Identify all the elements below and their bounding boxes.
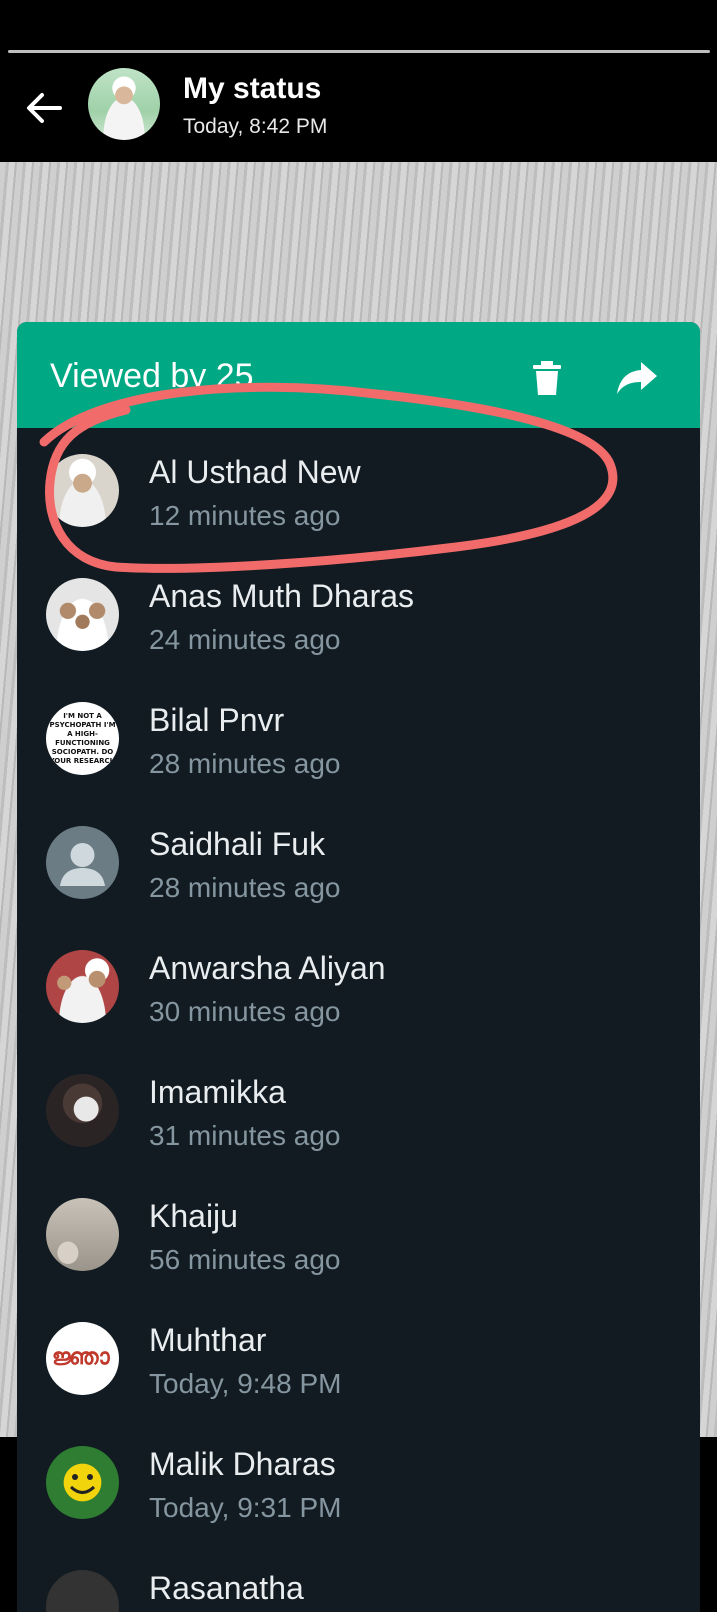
default-avatar-icon [46, 826, 119, 899]
viewer-name: Anwarsha Aliyan [149, 950, 386, 986]
avatar-logo: ജ്ഞാ [52, 1344, 110, 1370]
viewer-avatar [46, 950, 119, 1023]
trash-icon[interactable] [527, 358, 567, 398]
viewer-name: Rasanatha [149, 1570, 304, 1606]
viewer-time: 56 minutes ago [149, 1244, 341, 1275]
viewer-time: Today, 9:48 PM [149, 1368, 342, 1399]
status-progress-bar [8, 50, 710, 53]
viewer-avatar: ജ്ഞാ [46, 1322, 119, 1395]
status-header: My status Today, 8:42 PM [0, 0, 717, 162]
viewer-time: 12 minutes ago [149, 500, 341, 531]
viewer-time: Today, 9:31 PM [149, 1492, 342, 1523]
viewer-name: Muhthar [149, 1322, 267, 1358]
status-time: Today, 8:42 PM [183, 115, 328, 138]
viewer-row[interactable]: Anwarsha Aliyan 30 minutes ago [17, 924, 700, 1048]
viewer-row[interactable]: Imamikka 31 minutes ago [17, 1048, 700, 1172]
viewer-time: 31 minutes ago [149, 1120, 341, 1151]
viewer-name: Saidhali Fuk [149, 826, 326, 862]
viewer-row[interactable]: Al Usthad New 12 minutes ago [17, 428, 700, 552]
viewer-row[interactable]: ജ്ഞാ Muhthar Today, 9:48 PM [17, 1296, 700, 1420]
viewer-name: Al Usthad New [149, 454, 361, 490]
viewer-name: Anas Muth Dharas [149, 578, 415, 614]
viewer-avatar [46, 578, 119, 651]
viewers-panel: Viewed by 25 Al Usthad New 12 minutes ag… [17, 322, 700, 1612]
back-arrow-icon[interactable] [22, 86, 66, 130]
smiley-avatar [46, 1446, 119, 1519]
avatar-caption: I'M NOT A PSYCHOPATH I'M A HIGH- FUNCTIO… [49, 712, 116, 765]
viewer-avatar: I'M NOT A PSYCHOPATH I'M A HIGH- FUNCTIO… [46, 702, 119, 775]
viewer-avatar [46, 1198, 119, 1271]
viewer-row[interactable]: Malik Dharas Today, 9:31 PM [17, 1420, 700, 1544]
viewer-row[interactable]: Khaiju 56 minutes ago [17, 1172, 700, 1296]
viewed-by-count: Viewed by 25 [50, 357, 254, 395]
viewer-time: 28 minutes ago [149, 748, 341, 779]
viewer-time: 24 minutes ago [149, 624, 341, 655]
viewer-row[interactable]: Anas Muth Dharas 24 minutes ago [17, 552, 700, 676]
viewer-name: Khaiju [149, 1198, 238, 1234]
viewer-name: Malik Dharas [149, 1446, 336, 1482]
viewer-row[interactable]: Rasanatha [17, 1544, 700, 1612]
viewers-panel-header: Viewed by 25 [17, 322, 700, 428]
viewer-row[interactable]: Saidhali Fuk 28 minutes ago [17, 800, 700, 924]
viewer-avatar [46, 454, 119, 527]
viewer-row[interactable]: I'M NOT A PSYCHOPATH I'M A HIGH- FUNCTIO… [17, 676, 700, 800]
viewer-avatar [46, 1074, 119, 1147]
status-title: My status [183, 72, 322, 105]
viewer-name: Bilal Pnvr [149, 702, 285, 738]
viewer-time: 30 minutes ago [149, 996, 341, 1027]
viewer-avatar [46, 1570, 119, 1612]
my-avatar [88, 68, 160, 140]
share-icon[interactable] [615, 358, 659, 398]
viewer-name: Imamikka [149, 1074, 286, 1110]
viewer-time: 28 minutes ago [149, 872, 341, 903]
